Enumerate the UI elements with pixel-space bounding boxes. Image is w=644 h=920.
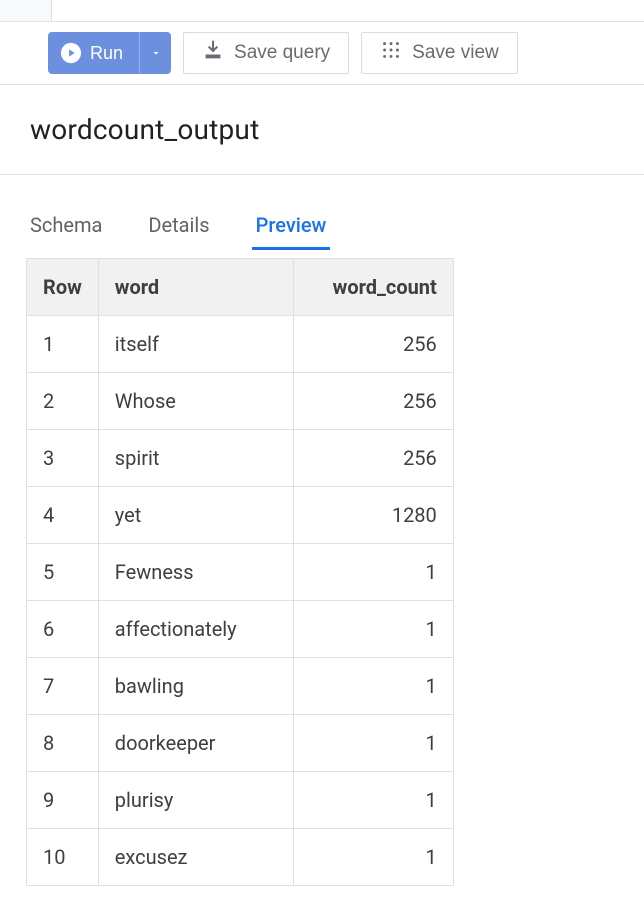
editor-tab-stub[interactable]: [0, 0, 52, 22]
cell-word: Fewness: [98, 544, 293, 601]
run-label: Run: [90, 43, 123, 64]
cell-word: affectionately: [98, 601, 293, 658]
save-query-label: Save query: [234, 42, 330, 64]
tab-details[interactable]: Details: [144, 203, 213, 250]
title-section: wordcount_output: [0, 85, 644, 175]
cell-word-count: 1: [293, 601, 453, 658]
results-table: Row word word_count 1itself2562Whose2563…: [26, 258, 454, 886]
table-row: 7bawling1: [27, 658, 454, 715]
cell-row: 8: [27, 715, 99, 772]
cell-word-count: 256: [293, 316, 453, 373]
cell-row: 10: [27, 829, 99, 886]
cell-word: spirit: [98, 430, 293, 487]
top-tab-bar: [0, 0, 644, 22]
tabs: Schema Details Preview: [0, 203, 644, 250]
cell-word-count: 1: [293, 715, 453, 772]
cell-word: doorkeeper: [98, 715, 293, 772]
cell-word: yet: [98, 487, 293, 544]
cell-word-count: 1280: [293, 487, 453, 544]
cell-word-count: 1: [293, 772, 453, 829]
header-row: Row: [27, 259, 99, 316]
toolbar: Run Save query Save view: [0, 22, 644, 85]
run-button[interactable]: Run: [48, 32, 139, 74]
play-icon: [60, 42, 82, 64]
run-dropdown[interactable]: [139, 32, 171, 74]
table-row: 3spirit256: [27, 430, 454, 487]
download-icon: [202, 39, 224, 67]
table-wrap: Row word word_count 1itself2562Whose2563…: [0, 258, 644, 886]
table-row: 10excusez1: [27, 829, 454, 886]
table-row: 6affectionately1: [27, 601, 454, 658]
page-title: wordcount_output: [30, 113, 614, 146]
table-header-row: Row word word_count: [27, 259, 454, 316]
tab-preview[interactable]: Preview: [252, 203, 331, 250]
caret-down-icon: [150, 47, 162, 59]
cell-word-count: 1: [293, 544, 453, 601]
cell-row: 6: [27, 601, 99, 658]
header-word-count: word_count: [293, 259, 453, 316]
cell-row: 5: [27, 544, 99, 601]
cell-row: 3: [27, 430, 99, 487]
table-row: 8doorkeeper1: [27, 715, 454, 772]
run-button-group: Run: [48, 32, 171, 74]
cell-word: Whose: [98, 373, 293, 430]
cell-row: 9: [27, 772, 99, 829]
grid-icon: [380, 39, 402, 67]
tab-schema[interactable]: Schema: [26, 203, 106, 250]
cell-row: 7: [27, 658, 99, 715]
cell-word-count: 1: [293, 829, 453, 886]
cell-word: plurisy: [98, 772, 293, 829]
table-row: 2Whose256: [27, 373, 454, 430]
table-row: 9plurisy1: [27, 772, 454, 829]
save-view-button[interactable]: Save view: [361, 32, 518, 74]
table-row: 1itself256: [27, 316, 454, 373]
cell-word: excusez: [98, 829, 293, 886]
table-row: 5Fewness1: [27, 544, 454, 601]
cell-word-count: 256: [293, 373, 453, 430]
cell-row: 4: [27, 487, 99, 544]
cell-row: 1: [27, 316, 99, 373]
save-view-label: Save view: [412, 42, 499, 64]
table-row: 4yet1280: [27, 487, 454, 544]
cell-word: bawling: [98, 658, 293, 715]
save-query-button[interactable]: Save query: [183, 32, 349, 74]
cell-word: itself: [98, 316, 293, 373]
cell-word-count: 1: [293, 658, 453, 715]
cell-word-count: 256: [293, 430, 453, 487]
header-word: word: [98, 259, 293, 316]
cell-row: 2: [27, 373, 99, 430]
